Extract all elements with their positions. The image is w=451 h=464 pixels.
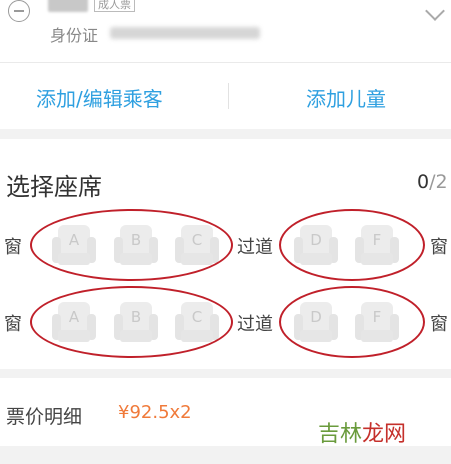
window-label: 窗 — [430, 237, 448, 258]
add-edit-passenger-button[interactable]: 添加/编辑乘客 — [36, 83, 163, 112]
section-gap — [0, 129, 451, 139]
window-label: 窗 — [430, 314, 448, 335]
ticket-type-badge: 成人票 — [94, 0, 135, 12]
highlight-ellipse — [279, 286, 425, 358]
seat-count: 0/2 — [417, 171, 448, 193]
seat-count-selected: 0 — [417, 171, 430, 193]
aisle-label: 过道 — [237, 314, 273, 335]
chevron-down-icon[interactable] — [425, 1, 445, 21]
id-type-label: 身份证 — [50, 26, 99, 45]
section-gap — [0, 446, 451, 464]
highlight-ellipse — [30, 209, 233, 281]
add-child-button[interactable]: 添加儿童 — [306, 83, 386, 112]
watermark: 吉林龙网 — [318, 416, 406, 448]
id-number-blurred — [110, 27, 260, 39]
passenger-row: 成人票 身份证 — [0, 0, 451, 58]
price-detail-label: 票价明细 — [6, 406, 83, 428]
window-label: 窗 — [4, 314, 22, 335]
price-value: ¥92.5x2 — [118, 402, 192, 423]
seat-selection-title: 选择座席 — [6, 173, 102, 201]
passenger-name-blurred — [48, 0, 88, 12]
window-label: 窗 — [4, 237, 22, 258]
highlight-ellipse — [30, 286, 233, 358]
seat-selection-section: 选择座席 0/2 窗过道窗 A B C D F 窗过道窗 A B C D F — [0, 139, 451, 369]
divider — [228, 83, 229, 109]
minus-circle-icon[interactable] — [8, 0, 30, 22]
passenger-actions: 添加/编辑乘客 添加儿童 — [0, 63, 451, 129]
watermark-part2: 龙网 — [362, 422, 407, 447]
aisle-label: 过道 — [237, 237, 273, 258]
highlight-ellipse — [279, 209, 425, 281]
section-gap — [0, 369, 451, 378]
watermark-part1: 吉林 — [318, 422, 363, 447]
seat-count-total: /2 — [429, 171, 448, 193]
